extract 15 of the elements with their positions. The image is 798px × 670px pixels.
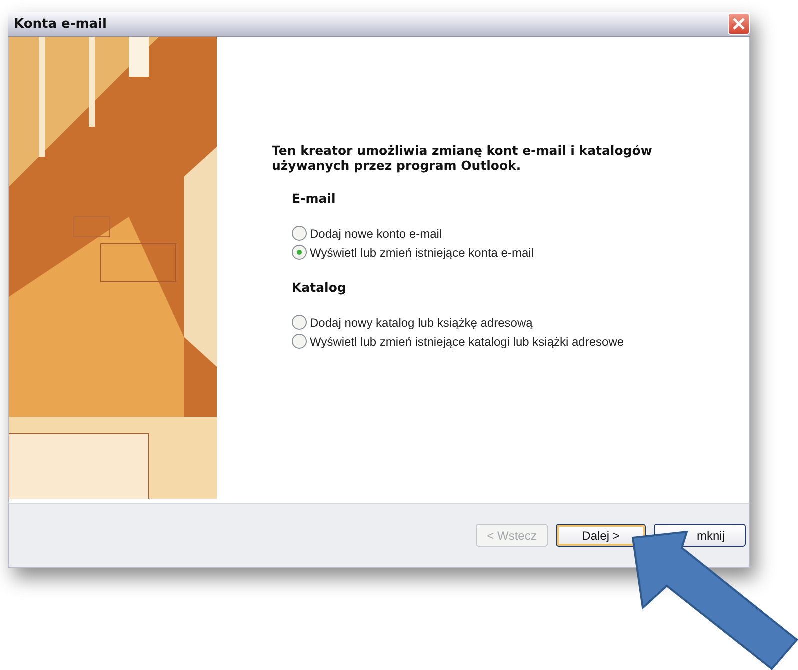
option-label[interactable]: Wyświetl lub zmień istniejące konta e-mail (310, 246, 534, 260)
window-title: Konta e-mail (14, 16, 107, 32)
radio-button[interactable] (292, 315, 307, 330)
section-heading: E-mail (292, 191, 337, 206)
radio-button[interactable] (292, 245, 307, 260)
radio-button[interactable] (292, 334, 307, 350)
radio-button[interactable] (292, 226, 307, 242)
close-button[interactable] (728, 13, 750, 36)
close-icon (732, 17, 746, 32)
wizard-button[interactable]: Dalej > (556, 524, 646, 548)
intro-text: Ten kreator umożliwia zmianę kont e-mail i katalogów używanych przez program Outlook. (272, 143, 654, 174)
option-label[interactable]: Wyświetl lub zmień istniejące katalogi lub książki adresowe (310, 334, 624, 349)
option-label[interactable]: Dodaj nowy katalog lub książkę adresową (310, 316, 533, 330)
section-heading: Katalog (292, 280, 348, 296)
option-label[interactable]: Dodaj nowe konto e-mail (310, 226, 442, 241)
